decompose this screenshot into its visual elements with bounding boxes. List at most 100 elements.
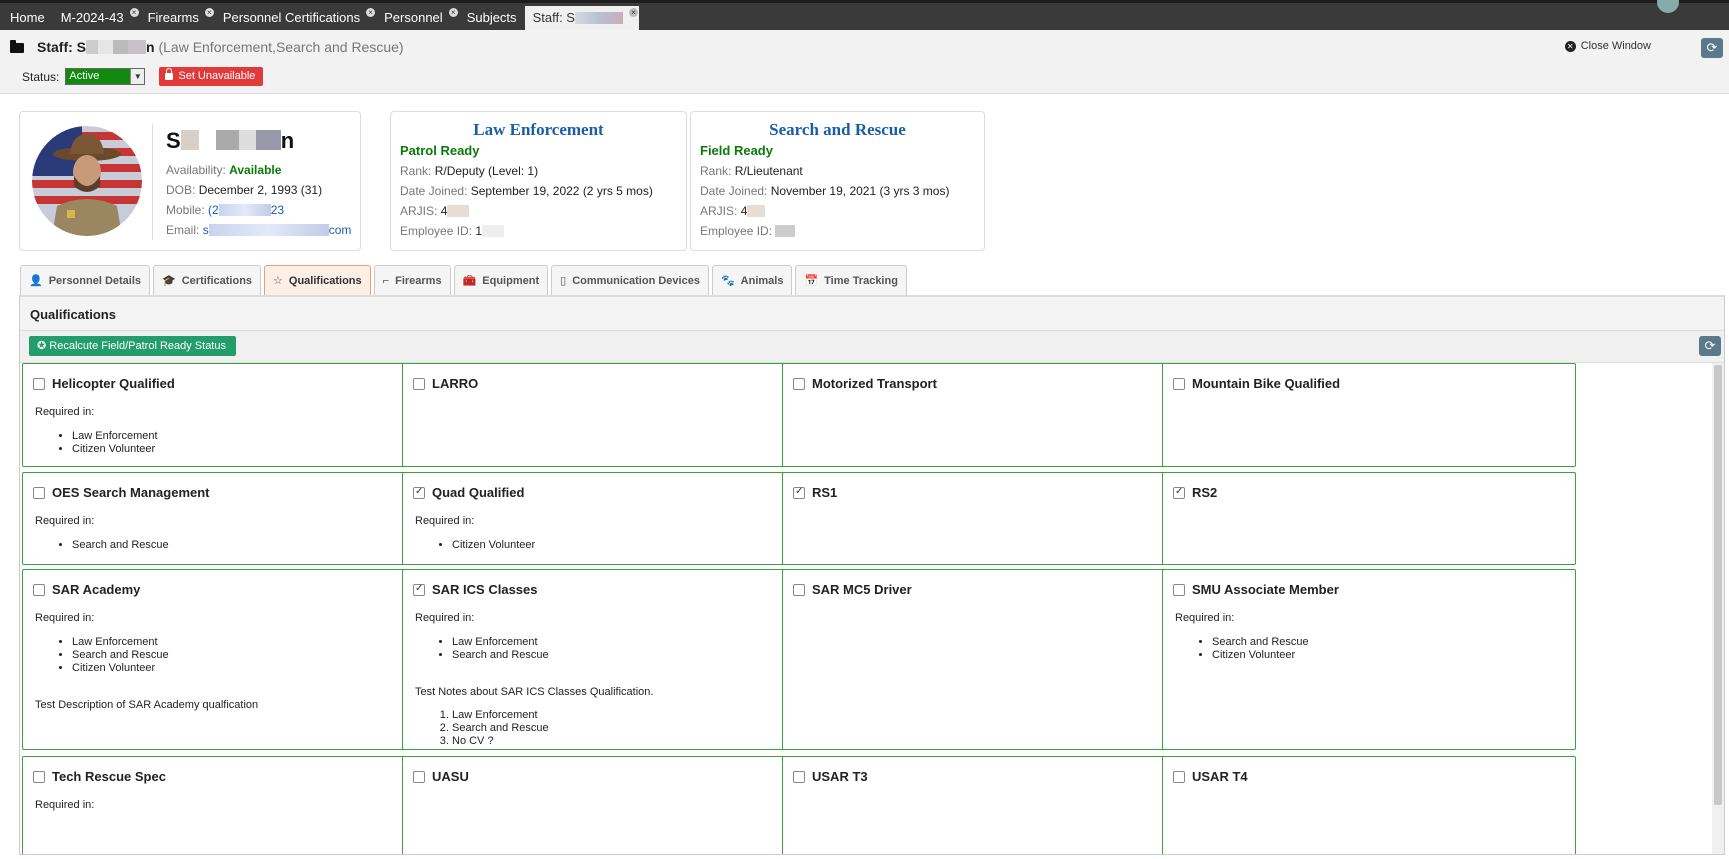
tab-equipment[interactable]: 🧰 Equipment [453, 265, 549, 295]
qualification-checkbox[interactable] [33, 583, 45, 596]
agency-title: Search and Rescue [769, 120, 906, 139]
status-row: Status: Active ▼ Set Unavailable [22, 67, 264, 86]
gun-icon: ⌐ [382, 274, 390, 287]
scrollbar-thumb[interactable] [1714, 365, 1722, 805]
phone-icon: ▯ [560, 275, 567, 287]
availability-line: Availability: Available [166, 163, 282, 177]
qualifications-toolbar: ✪ Recalcute Field/Patrol Ready Status ⟳ [20, 331, 1724, 363]
list-item: Citizen Volunteer [452, 539, 535, 552]
user-menu-icon[interactable] [1657, 0, 1679, 13]
tab-communication-devices[interactable]: ▯ Communication Devices [551, 265, 709, 295]
tab-label: Qualifications [288, 274, 362, 287]
qualification-checkbox[interactable] [793, 486, 805, 499]
qualification-checkbox[interactable] [1173, 486, 1185, 499]
vertical-scrollbar[interactable] [1712, 363, 1724, 854]
required-in-label: Required in: [35, 799, 95, 811]
qualification-card: Tech Rescue Spec Required in: [22, 756, 436, 854]
tab-qualifications[interactable]: ☆ Qualifications [264, 265, 371, 295]
qualifications-refresh-button[interactable]: ⟳ [1699, 336, 1721, 356]
qualification-checkbox[interactable] [1173, 377, 1185, 390]
qualification-checkbox[interactable] [413, 770, 425, 783]
set-unavailable-label: Set Unavailable [178, 70, 256, 82]
close-tab-icon[interactable]: × [448, 8, 458, 17]
qualification-title: SAR MC5 Driver [793, 582, 912, 597]
required-in-list: Citizen Volunteer [415, 539, 535, 552]
tab-firearms[interactable]: ⌐ Firearms [373, 265, 451, 295]
qualification-checkbox[interactable] [793, 583, 805, 596]
close-tab-icon[interactable]: × [628, 8, 638, 17]
profile-divider [152, 124, 153, 240]
required-in-label: Required in: [1175, 612, 1235, 624]
toolbox-icon: 🧰 [462, 275, 477, 287]
qualification-body: Required in: Law EnforcementCitizen Volun… [35, 406, 158, 456]
tab-label: Animals [740, 274, 784, 287]
qualification-checkbox[interactable] [413, 486, 425, 499]
tab-animals[interactable]: 🐾 Animals [711, 265, 793, 295]
qualification-name: SAR MC5 Driver [812, 582, 912, 597]
top-tab[interactable]: Personnel × [376, 6, 459, 30]
top-tab[interactable]: Personnel Certifications × [215, 6, 376, 30]
top-tab-label: Firearms [147, 10, 199, 25]
mobile-link[interactable]: (2 23 [208, 203, 284, 217]
required-in-label: Required in: [415, 612, 475, 624]
status-select[interactable]: Active ▼ [65, 68, 146, 85]
tab-label: Equipment [482, 274, 540, 287]
qualification-title: OES Search Management [33, 485, 210, 500]
qualification-name: USAR T3 [812, 769, 868, 784]
tab-time-tracking[interactable]: 📅 Time Tracking [795, 265, 907, 295]
availability-value: Available [229, 163, 282, 177]
qualification-checkbox[interactable] [1173, 770, 1185, 783]
joined-line: Date Joined: September 19, 2022 (2 yrs 5… [400, 184, 653, 198]
required-in-list: Search and Rescue [35, 539, 169, 552]
recalculate-button[interactable]: ✪ Recalcute Field/Patrol Ready Status [29, 336, 236, 356]
qualification-checkbox[interactable] [793, 770, 805, 783]
qualification-card: LARRO [402, 363, 816, 467]
refresh-icon: ⟳ [1704, 338, 1716, 353]
qualification-name: USAR T4 [1192, 769, 1248, 784]
top-tab[interactable]: Subjects [459, 6, 525, 30]
redacted-email [208, 224, 329, 236]
top-tab[interactable]: Firearms × [140, 6, 215, 30]
qualification-checkbox[interactable] [413, 583, 425, 596]
qualification-checkbox[interactable] [413, 377, 425, 390]
tab-certifications[interactable]: 🎓 Certifications [153, 265, 262, 295]
tab-label: Communication Devices [572, 274, 700, 287]
top-tab[interactable]: Staff: S × [524, 6, 639, 30]
qualification-title: USAR T4 [1173, 769, 1248, 784]
qualification-name: SAR Academy [52, 582, 141, 597]
close-window-label: Close Window [1580, 40, 1651, 52]
paw-icon: 🐾 [720, 275, 735, 287]
qualification-name: Motorized Transport [812, 376, 937, 391]
close-tab-icon[interactable]: × [366, 8, 376, 17]
qualification-title: Quad Qualified [413, 485, 524, 500]
qualification-notes: Test Notes about SAR ICS Classes Qualifi… [415, 686, 654, 698]
close-window-button[interactable]: ✕ Close Window [1564, 40, 1651, 52]
top-tab[interactable]: M-2024-43 × [53, 6, 140, 30]
qualification-title: SMU Associate Member [1173, 582, 1339, 597]
qualification-card: SAR MC5 Driver [782, 569, 1196, 750]
qualification-checkbox[interactable] [33, 377, 45, 390]
qualification-checkbox[interactable] [33, 770, 45, 783]
top-tab[interactable]: Home [2, 6, 53, 30]
qualification-checkbox[interactable] [793, 377, 805, 390]
tab-personnel-details[interactable]: 👤 Personnel Details [20, 265, 151, 295]
qualification-name: LARRO [432, 376, 479, 391]
folder-icon [10, 40, 24, 53]
required-in-list: Law EnforcementCitizen Volunteer [35, 430, 158, 456]
redacted-name [574, 12, 623, 24]
qualification-name: OES Search Management [52, 485, 210, 500]
close-circle-icon: ✕ [1564, 40, 1576, 52]
close-tab-icon[interactable]: × [204, 8, 214, 17]
set-unavailable-button[interactable]: Set Unavailable [159, 67, 264, 86]
required-in-list: Law EnforcementSearch and RescueCitizen … [35, 636, 258, 675]
qualification-checkbox[interactable] [1173, 583, 1185, 596]
qualification-body: Required in: Law EnforcementSearch and Re… [35, 612, 258, 712]
top-tab-label: Personnel [384, 10, 443, 25]
qualification-body: Required in: [35, 799, 94, 812]
close-tab-icon[interactable]: × [129, 8, 139, 17]
email-link[interactable]: s com [203, 223, 352, 237]
header-refresh-button[interactable]: ⟳ [1701, 38, 1723, 58]
list-item: Search and Rescue [72, 649, 258, 662]
page-header: Staff: Sn (Law Enforcement,Search and Re… [0, 30, 1729, 94]
qualification-checkbox[interactable] [33, 486, 45, 499]
